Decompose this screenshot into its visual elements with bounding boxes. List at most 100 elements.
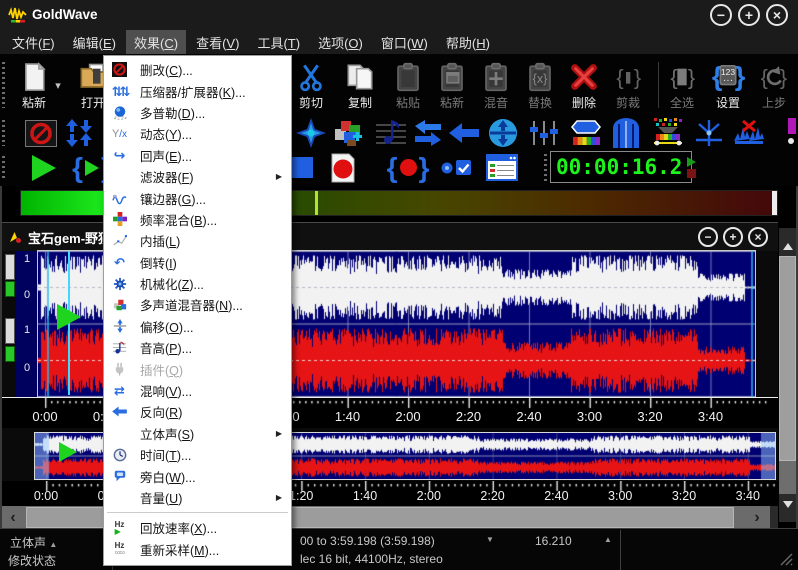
menubar-item-edit[interactable]: 编辑(E) (65, 30, 124, 55)
effects-menu-item[interactable]: 删改(C)... (104, 59, 291, 80)
menubar-item-effects[interactable]: 效果(C) (126, 30, 186, 55)
toolbar-button-paste-new[interactable]: 粘新 (428, 58, 476, 111)
maximize-button[interactable]: + (738, 4, 760, 26)
scroll-right-icon[interactable]: › (746, 506, 768, 529)
effects-menu-item[interactable]: 时间(T)... (104, 444, 291, 465)
menubar-item-view[interactable]: 查看(V) (188, 30, 247, 55)
effect-button-reverb[interactable] (411, 117, 445, 149)
right-channel-slider-track[interactable] (5, 318, 15, 344)
effects-menu-item[interactable]: 旁白(W)... (104, 465, 291, 486)
channel-mode-selector[interactable]: 立体声 ▲ (10, 534, 57, 551)
scroll-down-icon[interactable] (779, 496, 796, 512)
star-icon (296, 118, 326, 148)
effects-menu-item[interactable]: 音高(P)... (104, 337, 291, 358)
play-icon (32, 155, 56, 181)
toolbar-button-undo[interactable]: {}上步 (750, 58, 798, 111)
effects-menu-item[interactable]: 多普勒(D)... (104, 102, 291, 123)
effect-button-modify[interactable] (24, 117, 58, 149)
effects-menu-item[interactable]: 多声道混音器(N)... (104, 294, 291, 315)
effect-button-channel-mixer[interactable] (331, 117, 365, 149)
effect-button-filter[interactable] (569, 117, 603, 149)
effect-button-mechanize[interactable] (294, 117, 328, 149)
edit-status-label: 修改状态 (8, 552, 56, 569)
toolbar-button-copy[interactable]: 复制 (336, 58, 384, 111)
toolbar-button-trim[interactable]: {}剪裁 (604, 58, 652, 111)
resize-grip[interactable] (778, 551, 793, 566)
right-channel-slider-knob[interactable] (5, 346, 15, 362)
toolbar-button-delete[interactable]: 删除 (560, 58, 608, 111)
timeline-label: 0:00 (32, 409, 57, 424)
effect-button-offset[interactable] (486, 117, 520, 149)
menubar-item-file[interactable]: 文件(F) (4, 30, 63, 55)
equalizer-icon (529, 119, 559, 147)
effects-menu-item[interactable]: 音量(U)▶ (104, 487, 291, 508)
sound-minimize-button[interactable]: − (698, 227, 718, 247)
position-up-icon[interactable]: ▲ (604, 535, 612, 544)
scroll-up-icon[interactable] (779, 238, 796, 254)
playback-marker-icon[interactable] (57, 304, 81, 330)
effects-menu-item[interactable]: 机械化(Z)... (104, 273, 291, 294)
effect-button-spectrum[interactable] (651, 117, 685, 149)
effect-button-gate[interactable] (609, 117, 643, 149)
toolbar-drag-handle[interactable] (2, 120, 5, 146)
toolbar-button-select-all[interactable]: {}全选 (658, 58, 706, 111)
timeline-label: 2:00 (395, 409, 420, 424)
overview-playback-marker-icon[interactable] (59, 442, 77, 462)
scroll-left-icon[interactable]: ‹ (2, 506, 24, 529)
transport-button-record-selection[interactable]: {} (386, 151, 430, 184)
effects-menu-item[interactable]: 镶边器(G)... (104, 187, 291, 208)
menubar-item-options[interactable]: 选项(O) (310, 30, 371, 55)
vertical-scrollbar[interactable] (779, 228, 796, 522)
effects-menu-item[interactable]: Hz∞∞重新采样(M)... (104, 539, 291, 560)
vertical-scrollbar-thumb[interactable] (779, 256, 796, 461)
close-button[interactable]: × (766, 4, 788, 26)
toolbar-drag-handle[interactable] (2, 156, 5, 180)
left-channel-slider-knob[interactable] (5, 281, 15, 297)
effects-menu-item[interactable]: 内插(L) (104, 230, 291, 251)
sound-close-button[interactable]: × (748, 227, 768, 247)
transport-button-queue[interactable] (480, 151, 524, 184)
toolbar-button-mix[interactable]: 混音 (472, 58, 520, 111)
effect-button-edge[interactable] (774, 117, 798, 149)
transport-button-play[interactable] (22, 151, 66, 184)
transport-button-record[interactable] (321, 151, 365, 184)
menubar-item-window[interactable]: 窗口(W) (373, 30, 436, 55)
effects-menu-item[interactable]: 滤波器(F)▶ (104, 166, 291, 187)
menubar-item-help[interactable]: 帮助(H) (438, 30, 498, 55)
effect-button-reverse[interactable] (447, 117, 481, 149)
effects-menu-item[interactable]: ↪回声(E)... (104, 145, 291, 166)
toolbar-drag-handle[interactable] (544, 154, 547, 182)
effect-button-compressor[interactable] (62, 117, 96, 149)
menubar-item-tools[interactable]: 工具(T) (249, 30, 308, 55)
effect-button-noise-reduction[interactable] (732, 117, 766, 149)
transport-button-monitor[interactable] (434, 151, 478, 184)
effects-menu-item[interactable]: ⇅⇅压缩器/扩展器(K)... (104, 80, 291, 101)
toolbar-button-replace[interactable]: {x}替换 (516, 58, 564, 111)
effects-menu-item[interactable]: 反向(R) (104, 401, 291, 422)
undo-icon: {} (750, 58, 798, 92)
effect-button-equalizer[interactable] (527, 117, 561, 149)
position-field[interactable]: 16.210 (535, 534, 572, 548)
toolbar-drag-handle[interactable] (2, 62, 5, 108)
effects-menu-item[interactable]: Hz▶回放速率(X)... (104, 517, 291, 538)
effects-menu-item[interactable]: ⇄混响(V)... (104, 380, 291, 401)
effects-menu-item[interactable]: 偏移(O)... (104, 316, 291, 337)
minimize-button[interactable]: − (710, 4, 732, 26)
toolbar-button-cut[interactable]: 剪切 (287, 58, 335, 111)
toolbar-button-settings[interactable]: {}123···设置 (704, 58, 752, 111)
effects-menu-item[interactable]: Y/x动态(Y)... (104, 123, 291, 144)
music-staff-icon (376, 119, 406, 147)
selection-range-field[interactable]: 00 to 3:59.198 (3:59.198) (300, 534, 435, 548)
effect-button-interpolate[interactable] (692, 117, 726, 149)
sound-maximize-button[interactable]: + (723, 227, 743, 247)
svg-text:{x}: {x} (533, 72, 548, 86)
modify-icon-icon (111, 62, 128, 77)
effects-menu-item[interactable]: 立体声(S)▶ (104, 423, 291, 444)
left-channel-slider-track[interactable] (5, 254, 15, 280)
timeline-label: 3:40 (698, 409, 723, 424)
effect-button-pitch[interactable] (374, 117, 408, 149)
selection-dropdown-icon[interactable]: ▼ (486, 535, 494, 544)
toolbar-button-paste[interactable]: 粘贴 (384, 58, 432, 111)
effects-menu-item[interactable]: 频率混合(B)... (104, 209, 291, 230)
effects-menu-item[interactable]: ↶倒转(I) (104, 252, 291, 273)
